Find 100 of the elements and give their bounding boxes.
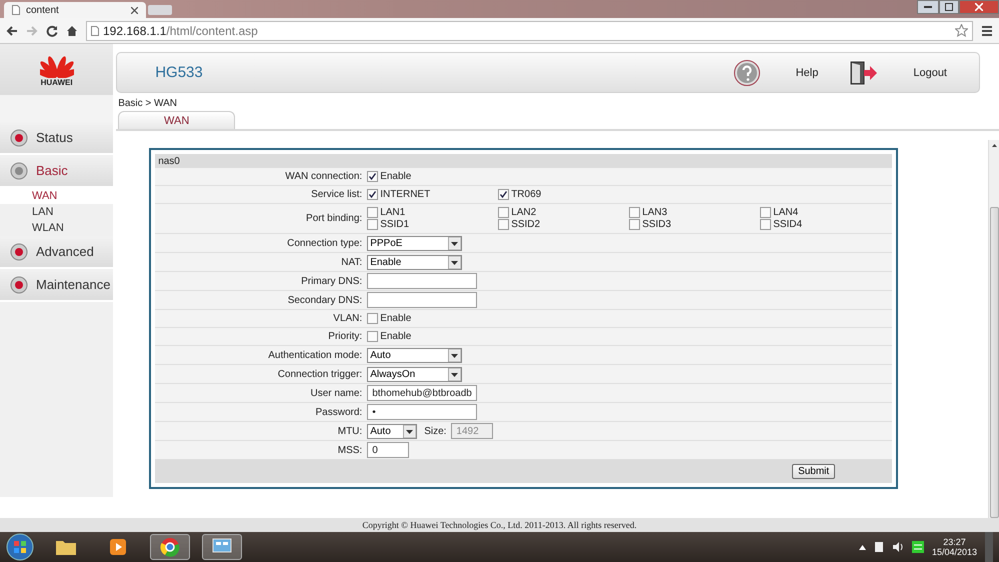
checkbox[interactable] — [760, 219, 772, 230]
speaker-icon[interactable] — [892, 541, 904, 553]
device-icon[interactable] — [874, 541, 884, 553]
input-field[interactable] — [367, 273, 478, 289]
field-label: MTU: — [336, 426, 364, 436]
checkbox-label: Enable — [380, 313, 412, 324]
field-label: Authentication mode: — [267, 350, 364, 360]
close-icon[interactable] — [131, 6, 138, 14]
submit-button[interactable]: Submit — [792, 464, 836, 479]
checkbox-label: TR069 — [511, 189, 542, 200]
field-label: Service list: — [310, 189, 364, 200]
tray-arrow-icon[interactable] — [858, 544, 866, 550]
field-label: MSS: — [336, 444, 364, 456]
dropdown[interactable]: Auto — [367, 348, 462, 362]
checkbox[interactable] — [367, 207, 378, 218]
checkbox[interactable] — [629, 207, 640, 218]
checkbox-label: SSID2 — [511, 219, 540, 230]
input-field[interactable]: bthomehub@btbroadb — [367, 385, 478, 401]
home-icon[interactable] — [66, 24, 78, 36]
nav-item[interactable]: Maintenance — [0, 269, 114, 300]
input-field[interactable]: • — [367, 404, 478, 420]
checkbox[interactable] — [367, 171, 378, 182]
checkbox[interactable] — [498, 189, 510, 200]
nav-item[interactable]: Status — [0, 122, 114, 153]
address-bar[interactable]: 192.168.1.1/html/content.asp — [86, 20, 973, 40]
close-button[interactable] — [959, 0, 999, 14]
logo-text: HUAWEI — [40, 78, 73, 87]
checkbox-label: LAN4 — [773, 207, 798, 218]
field-label: Priority: — [327, 331, 364, 342]
checkbox[interactable] — [367, 331, 378, 342]
checkbox-label: INTERNET — [380, 189, 430, 200]
checkbox-label: SSID4 — [773, 219, 802, 230]
dropdown[interactable]: PPPoE — [367, 236, 462, 250]
breadcrumb: Basic > WAN — [118, 98, 178, 109]
checkbox[interactable] — [367, 219, 378, 230]
network-icon[interactable] — [912, 541, 924, 553]
dropdown[interactable]: Auto — [367, 424, 418, 438]
clock-time: 23:27 — [943, 537, 966, 547]
field-label: WAN connection: — [284, 171, 364, 182]
page-icon — [91, 26, 99, 36]
field-label: Connection type: — [286, 238, 364, 248]
dropdown[interactable]: Enable — [367, 254, 462, 270]
checkbox[interactable] — [498, 219, 510, 230]
nav-item[interactable]: Basic — [0, 155, 114, 186]
logout-link[interactable]: Logout — [913, 66, 947, 78]
checkbox-label: LAN2 — [511, 207, 536, 218]
minimize-button[interactable] — [917, 0, 939, 14]
field-label: User name: — [310, 388, 364, 398]
product-name: HG533 — [155, 64, 203, 81]
field-label: Port binding: — [305, 213, 364, 224]
browser-tab[interactable]: content — [4, 2, 146, 18]
page-icon — [12, 5, 20, 15]
caret-icon — [448, 368, 462, 380]
checkbox[interactable] — [629, 219, 640, 230]
field-label: Connection trigger: — [276, 368, 364, 380]
caret-icon — [448, 348, 462, 362]
copyright-text: Copyright © Huawei Technologies Co., Ltd. 2011-2013. All rights reserved. — [362, 520, 637, 530]
checkbox[interactable] — [760, 207, 772, 218]
size-label: Size: — [424, 426, 446, 436]
door-exit-icon[interactable] — [850, 60, 878, 84]
clock-date: 15/04/2013 — [932, 547, 977, 557]
scrollbar[interactable] — [988, 140, 999, 518]
page-tab[interactable]: WAN — [118, 111, 236, 129]
caret-icon — [403, 424, 416, 438]
checkbox[interactable] — [367, 189, 378, 200]
help-icon[interactable] — [732, 58, 761, 86]
input-field[interactable] — [367, 292, 478, 308]
dropdown[interactable]: AlwaysOn — [367, 366, 462, 382]
field-label: NAT: — [340, 256, 364, 268]
field-label: Secondary DNS: — [286, 294, 364, 306]
checkbox-label: LAN1 — [380, 207, 406, 218]
field-label: Primary DNS: — [300, 276, 364, 286]
start-button[interactable] — [6, 533, 34, 561]
checkbox-label: Enable — [380, 171, 412, 182]
checkbox[interactable] — [498, 207, 510, 218]
scroll-up-icon[interactable] — [992, 144, 996, 147]
field-label: VLAN: — [332, 313, 364, 324]
nav-subitem[interactable]: WLAN — [0, 220, 114, 236]
back-icon[interactable] — [6, 24, 18, 36]
reload-icon[interactable] — [46, 24, 58, 36]
checkbox-label: SSID3 — [642, 219, 672, 230]
menu-icon[interactable] — [981, 24, 993, 36]
input-field[interactable]: 0 — [367, 442, 410, 458]
minimize-icon — [924, 6, 932, 8]
close-icon — [975, 3, 983, 11]
checkbox-label: LAN3 — [642, 207, 668, 218]
maximize-button[interactable] — [939, 0, 959, 14]
browser-icon[interactable] — [150, 534, 190, 560]
help-link[interactable]: Help — [796, 66, 818, 78]
checkbox-label: Enable — [380, 331, 412, 342]
section-title: nas0 — [155, 154, 892, 168]
nav-item[interactable]: Advanced — [0, 236, 114, 267]
maximize-icon — [945, 3, 953, 11]
star-icon[interactable] — [955, 24, 968, 37]
field-label: Password: — [314, 406, 364, 418]
caret-icon — [448, 256, 462, 268]
control-panel-icon[interactable] — [202, 534, 242, 560]
checkbox[interactable] — [367, 313, 378, 324]
nav-subitem[interactable]: LAN — [0, 204, 114, 220]
caret-icon — [448, 236, 462, 250]
